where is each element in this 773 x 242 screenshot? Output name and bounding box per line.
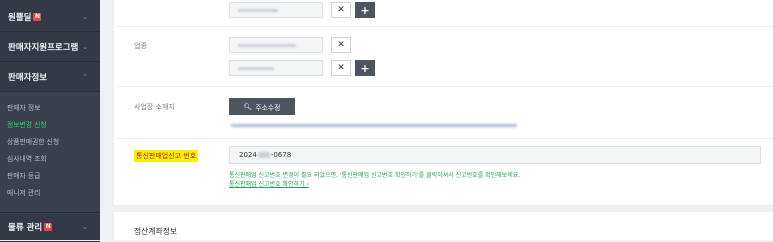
divider [118, 86, 773, 87]
remove-button[interactable]: ✕ [331, 37, 351, 53]
masked-value [238, 44, 296, 47]
sidebar-section-label: 원쁠딜 [8, 12, 32, 23]
sidebar-section-label: 물류 관리 [8, 223, 43, 233]
seller-info-card: ✕ + 업종 ✕ ✕ + 사업장 소재지 🔍︎ 주소수정 통신판매업신고 번호 … [114, 0, 773, 205]
add-button[interactable]: + [355, 60, 375, 76]
sidebar-section-seller-support[interactable]: 판매자지원프로그램 ⌄ [0, 32, 100, 62]
sidebar-section-label: 판매자지원프로그램 [8, 42, 79, 53]
mail-order-reg-input[interactable]: 2024 -0678 [229, 146, 761, 164]
sidebar-section-seller-info[interactable]: 판매자정보 ⌃ [0, 62, 100, 92]
new-badge: N [33, 12, 42, 21]
sidebar: 원쁠딜 N ⌄ 판매자지원프로그램 ⌄ 판매자정보 ⌃ 판매자 정보 정보변경 … [0, 0, 100, 242]
chevron-up-icon: ⌃ [82, 72, 88, 81]
masked-value [238, 9, 278, 12]
divider [118, 138, 773, 139]
industry-field-top[interactable] [229, 2, 323, 18]
search-icon: 🔍︎ [243, 102, 253, 111]
reg-prefix: 2024 [239, 151, 257, 159]
masked-digits [257, 152, 270, 158]
sidebar-section-logistics[interactable]: 물류 관리 N ⌄ [0, 212, 100, 242]
address-label: 사업장 소재지 [134, 103, 175, 111]
mail-order-reg-label: 통신판매업신고 번호 [134, 150, 199, 162]
masked-value [238, 67, 274, 70]
industry-field-2[interactable] [229, 60, 323, 76]
sidebar-submenu: 판매자 정보 정보변경 신청 상품판매권한 신청 심사내역 조회 판매자 등급 … [0, 92, 100, 214]
chevron-down-icon: ⌄ [82, 223, 88, 231]
reg-suffix: -0678 [270, 151, 292, 159]
new-badge: N [44, 223, 53, 231]
sidebar-item-review-history[interactable]: 심사내역 조회 [7, 153, 47, 163]
chevron-down-icon: ⌄ [82, 12, 88, 21]
sidebar-item-manager[interactable]: 매니저 관리 [7, 187, 40, 197]
main-content: ✕ + 업종 ✕ ✕ + 사업장 소재지 🔍︎ 주소수정 통신판매업신고 번호 … [100, 0, 773, 240]
settlement-title: 정산계좌정보 [134, 227, 178, 236]
sidebar-section-label: 판매자정보 [8, 72, 48, 83]
address-edit-label: 주소수정 [255, 103, 281, 112]
sidebar-item-seller-info[interactable]: 판매자 정보 [7, 102, 40, 112]
address-edit-button[interactable]: 🔍︎ 주소수정 [229, 98, 295, 115]
remove-button[interactable]: ✕ [331, 2, 351, 18]
remove-button[interactable]: ✕ [331, 60, 351, 76]
industry-label: 업종 [134, 42, 147, 50]
reg-notice-text: 통신판매업 신고번호 변경이 필요 되었으면, '통신판매업 신고번호 확인하기… [229, 172, 521, 179]
add-button[interactable]: + [355, 2, 375, 18]
settlement-card: 정산계좌정보 [114, 212, 773, 240]
sidebar-item-sales-permission[interactable]: 상품판매권한 신청 [7, 136, 59, 146]
sidebar-item-change-request[interactable]: 정보변경 신청 [7, 119, 47, 129]
sidebar-section-one-plus-deal[interactable]: 원쁠딜 N ⌄ [0, 2, 100, 32]
chevron-down-icon: ⌄ [82, 42, 88, 51]
masked-address [231, 124, 517, 127]
reg-check-link[interactable]: 통신판매업 신고번호 확인하기 › [229, 179, 309, 188]
industry-field-1[interactable] [229, 37, 323, 53]
divider [118, 26, 773, 27]
sidebar-item-seller-grade[interactable]: 판매자 등급 [7, 170, 40, 180]
